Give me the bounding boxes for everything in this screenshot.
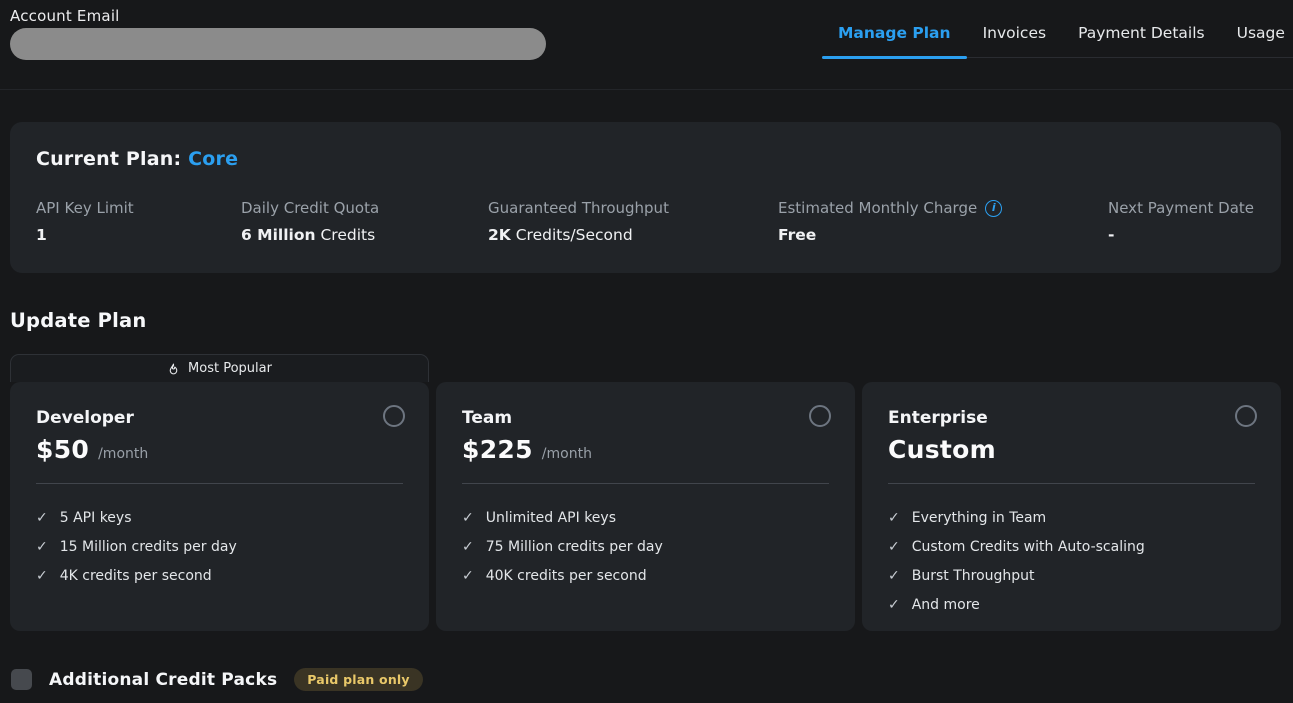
check-icon: ✓ bbox=[888, 510, 900, 526]
tab-usage[interactable]: Usage bbox=[1221, 24, 1293, 57]
plan-feature: ✓4K credits per second bbox=[36, 561, 403, 590]
stat-label: Guaranteed Throughput bbox=[488, 199, 669, 217]
account-email-field[interactable] bbox=[10, 28, 546, 60]
stat-guaranteed-throughput: Guaranteed Throughput 2K Credits/Second bbox=[488, 199, 669, 244]
plan-feature: ✓40K credits per second bbox=[462, 561, 829, 590]
additional-credit-packs-row: Additional Credit Packs Paid plan only bbox=[11, 668, 423, 691]
current-plan-name: Core bbox=[188, 148, 238, 170]
plan-column-enterprise: Enterprise Custom ✓Everything in Team ✓C… bbox=[862, 354, 1281, 631]
credit-packs-label: Additional Credit Packs bbox=[49, 670, 277, 690]
plan-feature-list: ✓Everything in Team ✓Custom Credits with… bbox=[888, 503, 1255, 619]
most-popular-label: Most Popular bbox=[188, 361, 272, 376]
tab-invoices[interactable]: Invoices bbox=[967, 24, 1063, 57]
plan-feature: ✓Unlimited API keys bbox=[462, 503, 829, 532]
plan-cards: Most Popular Developer $50 /month ✓5 API… bbox=[10, 354, 1281, 630]
plan-divider bbox=[888, 483, 1255, 484]
plan-feature: ✓Custom Credits with Auto-scaling bbox=[888, 532, 1255, 561]
check-icon: ✓ bbox=[462, 510, 474, 526]
plan-price: $50 bbox=[36, 435, 89, 464]
stat-daily-credit-quota: Daily Credit Quota 6 Million Credits bbox=[241, 199, 379, 244]
stat-api-key-limit: API Key Limit 1 bbox=[36, 199, 134, 244]
tab-payment-details[interactable]: Payment Details bbox=[1062, 24, 1221, 57]
current-plan-card: Current Plan: Core API Key Limit 1 Daily… bbox=[10, 122, 1281, 273]
plan-feature: ✓And more bbox=[888, 590, 1255, 619]
check-icon: ✓ bbox=[36, 510, 48, 526]
plan-card-team[interactable]: Team $225 /month ✓Unlimited API keys ✓75… bbox=[436, 382, 855, 631]
stat-label: Next Payment Date bbox=[1108, 199, 1254, 217]
credit-packs-checkbox[interactable] bbox=[11, 669, 32, 690]
check-icon: ✓ bbox=[462, 539, 474, 555]
stat-label: API Key Limit bbox=[36, 199, 134, 217]
stat-estimated-monthly-charge: Estimated Monthly Charge i Free bbox=[778, 199, 1002, 244]
check-icon: ✓ bbox=[888, 597, 900, 613]
flame-icon bbox=[167, 362, 180, 376]
plan-period: /month bbox=[98, 446, 148, 462]
plan-card-developer[interactable]: Developer $50 /month ✓5 API keys ✓15 Mil… bbox=[10, 382, 429, 631]
info-icon[interactable]: i bbox=[985, 200, 1002, 217]
plan-price: $225 bbox=[462, 435, 533, 464]
plan-feature: ✓75 Million credits per day bbox=[462, 532, 829, 561]
plan-feature: ✓5 API keys bbox=[36, 503, 403, 532]
tab-manage-plan[interactable]: Manage Plan bbox=[822, 24, 967, 57]
plan-column-team: Team $225 /month ✓Unlimited API keys ✓75… bbox=[436, 354, 855, 631]
plan-feature: ✓15 Million credits per day bbox=[36, 532, 403, 561]
stat-next-payment-date: Next Payment Date - bbox=[1108, 199, 1254, 244]
check-icon: ✓ bbox=[888, 539, 900, 555]
plan-period: /month bbox=[542, 446, 592, 462]
stat-value: Free bbox=[778, 226, 816, 244]
plan-feature: ✓Everything in Team bbox=[888, 503, 1255, 532]
plan-name: Team bbox=[462, 408, 829, 428]
header-divider bbox=[0, 89, 1293, 90]
stat-value: 2K bbox=[488, 226, 511, 244]
billing-tabs: Manage Plan Invoices Payment Details Usa… bbox=[822, 24, 1293, 58]
check-icon: ✓ bbox=[36, 568, 48, 584]
current-plan-title-prefix: Current Plan: bbox=[36, 148, 188, 170]
plan-divider bbox=[36, 483, 403, 484]
paid-plan-only-badge: Paid plan only bbox=[294, 668, 422, 691]
stat-label: Estimated Monthly Charge bbox=[778, 199, 977, 217]
plan-feature-list: ✓5 API keys ✓15 Million credits per day … bbox=[36, 503, 403, 590]
plan-divider bbox=[462, 483, 829, 484]
stat-value: - bbox=[1108, 226, 1114, 244]
plan-feature: ✓Burst Throughput bbox=[888, 561, 1255, 590]
stat-label: Daily Credit Quota bbox=[241, 199, 379, 217]
plan-radio-developer[interactable] bbox=[383, 405, 405, 427]
check-icon: ✓ bbox=[888, 568, 900, 584]
stat-value: 6 Million bbox=[241, 226, 316, 244]
stat-value: 1 bbox=[36, 226, 47, 244]
plan-price: Custom bbox=[888, 435, 996, 464]
plan-radio-team[interactable] bbox=[809, 405, 831, 427]
plan-feature-list: ✓Unlimited API keys ✓75 Million credits … bbox=[462, 503, 829, 590]
plan-radio-enterprise[interactable] bbox=[1235, 405, 1257, 427]
update-plan-heading: Update Plan bbox=[10, 309, 146, 332]
check-icon: ✓ bbox=[462, 568, 474, 584]
plan-name: Enterprise bbox=[888, 408, 1255, 428]
plan-column-developer: Most Popular Developer $50 /month ✓5 API… bbox=[10, 354, 429, 631]
most-popular-banner: Most Popular bbox=[10, 354, 429, 382]
plan-card-enterprise[interactable]: Enterprise Custom ✓Everything in Team ✓C… bbox=[862, 382, 1281, 631]
account-email-label: Account Email bbox=[10, 7, 120, 25]
current-plan-title: Current Plan: Core bbox=[36, 148, 238, 170]
plan-name: Developer bbox=[36, 408, 403, 428]
check-icon: ✓ bbox=[36, 539, 48, 555]
